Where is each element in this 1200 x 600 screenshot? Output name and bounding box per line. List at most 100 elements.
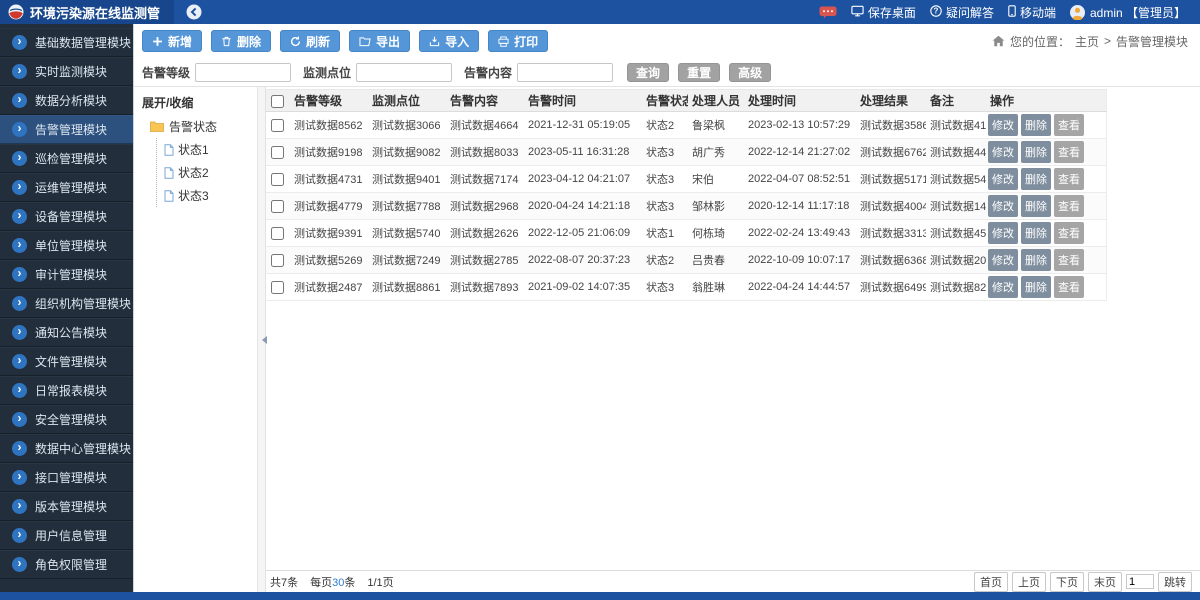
sidebar-item-实时监测模块[interactable]: ›实时监测模块 <box>0 57 133 86</box>
export-button[interactable]: 导出 <box>349 30 410 52</box>
home-icon <box>992 35 1005 47</box>
view-button[interactable]: 查看 <box>1054 141 1084 163</box>
sidebar-item-设备管理模块[interactable]: ›设备管理模块 <box>0 202 133 231</box>
edit-button[interactable]: 修改 <box>988 222 1018 244</box>
monitor-point-input[interactable] <box>356 63 452 82</box>
sidebar-item-安全管理模块[interactable]: ›安全管理模块 <box>0 405 133 434</box>
view-button[interactable]: 查看 <box>1054 168 1084 190</box>
row-checkbox[interactable] <box>271 119 284 132</box>
advanced-button[interactable]: 高级 <box>729 63 771 82</box>
view-button[interactable]: 查看 <box>1054 276 1084 298</box>
delete-button[interactable]: 删除 <box>211 30 271 52</box>
message-badge-icon[interactable] <box>819 6 837 19</box>
edit-button[interactable]: 修改 <box>988 114 1018 136</box>
alarm-level-input[interactable] <box>195 63 291 82</box>
alarm-content-input[interactable] <box>517 63 613 82</box>
last-page-button[interactable]: 末页 <box>1088 572 1122 592</box>
nav-help[interactable]: ? 疑问解答 <box>930 4 994 21</box>
sidebar-item-label: 数据分析模块 <box>35 92 107 109</box>
view-button[interactable]: 查看 <box>1054 249 1084 271</box>
breadcrumb-home-link[interactable]: 主页 <box>1075 33 1099 50</box>
page-jump-input[interactable] <box>1126 574 1154 589</box>
delete-row-button[interactable]: 删除 <box>1021 249 1051 271</box>
reset-button[interactable]: 重置 <box>678 63 720 82</box>
row-checkbox[interactable] <box>271 173 284 186</box>
sidebar-item-label: 数据中心管理模块 <box>35 440 131 457</box>
print-button[interactable]: 打印 <box>488 30 548 52</box>
sidebar-item-数据中心管理模块[interactable]: ›数据中心管理模块 <box>0 434 133 463</box>
sidebar-item-审计管理模块[interactable]: ›审计管理模块 <box>0 260 133 289</box>
sidebar-item-告警管理模块[interactable]: ›告警管理模块 <box>0 115 133 144</box>
tree-folder-alarm-status[interactable]: 告警状态 <box>140 115 253 138</box>
tree-node-状态3[interactable]: 状态3 <box>157 184 253 207</box>
view-button[interactable]: 查看 <box>1054 222 1084 244</box>
delete-row-button[interactable]: 删除 <box>1021 114 1051 136</box>
row-checkbox[interactable] <box>271 227 284 240</box>
add-button[interactable]: 新增 <box>142 30 202 52</box>
view-button[interactable]: 查看 <box>1054 195 1084 217</box>
edit-button[interactable]: 修改 <box>988 195 1018 217</box>
row-checkbox[interactable] <box>271 254 284 267</box>
sidebar-item-版本管理模块[interactable]: ›版本管理模块 <box>0 492 133 521</box>
sidebar-item-label: 运维管理模块 <box>35 179 107 196</box>
user-name: admin 【管理员】 <box>1090 4 1186 21</box>
edit-button[interactable]: 修改 <box>988 168 1018 190</box>
search-button[interactable]: 查询 <box>627 63 669 82</box>
print-icon <box>498 36 509 47</box>
delete-row-button[interactable]: 删除 <box>1021 195 1051 217</box>
select-all-checkbox[interactable] <box>271 95 284 108</box>
folder-icon <box>150 121 164 132</box>
sidebar-item-角色权限管理[interactable]: ›角色权限管理 <box>0 550 133 579</box>
nav-mobile[interactable]: 移动端 <box>1008 4 1056 21</box>
table-row: 测试数据9391测试数据5740测试数据26262022-12-05 21:06… <box>266 220 1106 247</box>
pager-buttons: 首页上页下页末页 <box>974 572 1122 592</box>
refresh-button[interactable]: 刷新 <box>280 30 340 52</box>
sidebar-item-日常报表模块[interactable]: ›日常报表模块 <box>0 376 133 405</box>
view-button[interactable]: 查看 <box>1054 114 1084 136</box>
per-page-count[interactable]: 30 <box>332 577 344 589</box>
delete-row-button[interactable]: 删除 <box>1021 276 1051 298</box>
edit-button[interactable]: 修改 <box>988 141 1018 163</box>
sidebar-item-巡检管理模块[interactable]: ›巡检管理模块 <box>0 144 133 173</box>
nav-save-desktop[interactable]: 保存桌面 <box>851 4 916 21</box>
prev-page-button[interactable]: 上页 <box>1012 572 1046 592</box>
sidebar-item-通知公告模块[interactable]: ›通知公告模块 <box>0 318 133 347</box>
back-arrow-icon[interactable] <box>186 4 202 20</box>
panel-collapse-handle[interactable] <box>258 87 266 592</box>
sidebar-item-文件管理模块[interactable]: ›文件管理模块 <box>0 347 133 376</box>
row-checkbox[interactable] <box>271 200 284 213</box>
sidebar-item-单位管理模块[interactable]: ›单位管理模块 <box>0 231 133 260</box>
sidebar-item-运维管理模块[interactable]: ›运维管理模块 <box>0 173 133 202</box>
first-page-button[interactable]: 首页 <box>974 572 1008 592</box>
sidebar-item-接口管理模块[interactable]: ›接口管理模块 <box>0 463 133 492</box>
chevron-circle-icon: › <box>12 557 27 572</box>
alarm-table-head-row: 告警等级监测点位告警内容告警时间告警状态处理人员处理时间处理结果备注操作 <box>266 90 1106 112</box>
toolbar-buttons: 新增删除刷新导出导入打印 <box>142 30 548 52</box>
delete-row-button[interactable]: 删除 <box>1021 222 1051 244</box>
plus-icon <box>152 36 163 47</box>
delete-row-button[interactable]: 删除 <box>1021 141 1051 163</box>
import-icon <box>429 36 440 47</box>
page-jump-button[interactable]: 跳转 <box>1158 572 1192 592</box>
row-checkbox[interactable] <box>271 281 284 294</box>
tree-node-状态2[interactable]: 状态2 <box>157 161 253 184</box>
edit-button[interactable]: 修改 <box>988 276 1018 298</box>
sidebar-item-基础数据管理模块[interactable]: ›基础数据管理模块 <box>0 28 133 57</box>
svg-text:?: ? <box>933 6 938 15</box>
import-button[interactable]: 导入 <box>419 30 479 52</box>
sidebar-item-用户信息管理[interactable]: ›用户信息管理 <box>0 521 133 550</box>
user-menu[interactable]: admin 【管理员】 <box>1070 4 1186 21</box>
tree-node-状态1[interactable]: 状态1 <box>157 138 253 161</box>
next-page-button[interactable]: 下页 <box>1050 572 1084 592</box>
delete-row-button[interactable]: 删除 <box>1021 168 1051 190</box>
row-checkbox[interactable] <box>271 146 284 159</box>
chevron-circle-icon: › <box>12 267 27 282</box>
sidebar-item-数据分析模块[interactable]: ›数据分析模块 <box>0 86 133 115</box>
chevron-circle-icon: › <box>12 35 27 50</box>
sidebar-item-组织机构管理模块[interactable]: ›组织机构管理模块 <box>0 289 133 318</box>
table-row: 测试数据9198测试数据9082测试数据80332023-05-11 16:31… <box>266 139 1106 166</box>
edit-button[interactable]: 修改 <box>988 249 1018 271</box>
status-tree-panel: 展开/收缩 告警状态 状态1状态2状态3 <box>134 87 258 592</box>
tree-expand-toggle[interactable]: 展开/收缩 <box>140 92 253 115</box>
chevron-circle-icon: › <box>12 354 27 369</box>
